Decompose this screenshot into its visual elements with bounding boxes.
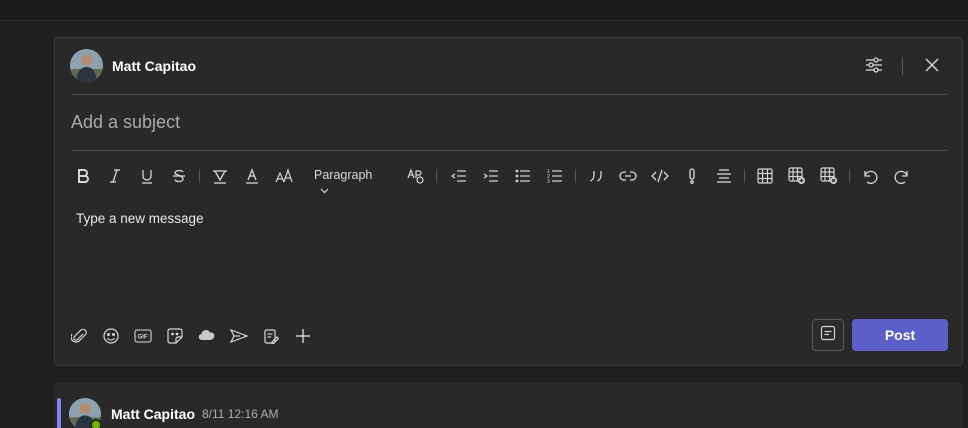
message-input[interactable]: Type a new message (76, 211, 204, 226)
clear-formatting-icon[interactable] (404, 164, 428, 188)
toolbar-divider (849, 169, 850, 183)
author-avatar (70, 49, 103, 82)
presence-available-icon (90, 419, 102, 428)
toolbar-divider (436, 169, 437, 183)
decrease-indent-icon[interactable] (447, 164, 471, 188)
code-snippet-icon[interactable] (648, 164, 672, 188)
attach-icon[interactable] (67, 324, 91, 348)
toolbar-divider (199, 169, 200, 183)
divider (71, 150, 948, 151)
post-button[interactable]: Post (852, 319, 948, 351)
paragraph-style-label: Paragraph (314, 168, 373, 182)
delete-table-icon[interactable] (817, 164, 841, 188)
gif-icon[interactable]: GIF (131, 324, 155, 348)
increase-indent-icon[interactable] (479, 164, 503, 188)
emoji-icon[interactable] (99, 324, 123, 348)
thread-accent-bar (57, 398, 61, 428)
top-bar (0, 0, 968, 21)
send-later-icon[interactable] (227, 324, 251, 348)
header-divider (902, 57, 903, 75)
underline-icon[interactable] (135, 164, 159, 188)
important-icon[interactable] (680, 164, 704, 188)
chevron-down-icon (320, 183, 329, 197)
font-color-icon[interactable] (240, 164, 264, 188)
praise-icon[interactable] (259, 324, 283, 348)
svg-text:GIF: GIF (138, 335, 148, 341)
paragraph-dropdown[interactable]: Paragraph (314, 168, 372, 197)
strikethrough-icon[interactable] (167, 164, 191, 188)
subject-input[interactable]: Add a subject (71, 112, 180, 133)
highlight-icon[interactable] (208, 164, 232, 188)
italic-icon[interactable] (103, 164, 127, 188)
align-icon[interactable] (712, 164, 736, 188)
toolbar-divider (575, 169, 576, 183)
loop-icon[interactable] (195, 324, 219, 348)
compose-box: Matt Capitao Add a subject Paragraph 1 2… (54, 37, 963, 366)
redo-icon[interactable] (890, 164, 914, 188)
schedule-icon (820, 325, 836, 346)
link-icon[interactable] (616, 164, 640, 188)
table-icon[interactable] (753, 164, 777, 188)
bulleted-list-icon[interactable] (511, 164, 535, 188)
undo-icon[interactable] (858, 164, 882, 188)
close-icon[interactable] (922, 55, 942, 80)
author-name: Matt Capitao (112, 58, 196, 74)
bold-icon[interactable] (71, 164, 95, 188)
add-icon[interactable] (291, 324, 315, 348)
message-thread: Matt Capitao 8/11 12:16 AM (54, 382, 963, 428)
message-author: Matt Capitao (111, 406, 195, 422)
divider (71, 94, 948, 95)
quote-icon[interactable] (584, 164, 608, 188)
insert-table-row-icon[interactable] (785, 164, 809, 188)
toolbar-divider (744, 169, 745, 183)
numbered-list-icon[interactable]: 123 (543, 164, 567, 188)
format-options-icon[interactable] (864, 55, 884, 80)
sticker-icon[interactable] (163, 324, 187, 348)
svg-text:3: 3 (547, 179, 550, 184)
schedule-button[interactable] (812, 319, 844, 351)
font-size-icon[interactable] (272, 164, 296, 188)
message-timestamp: 8/11 12:16 AM (202, 407, 279, 421)
